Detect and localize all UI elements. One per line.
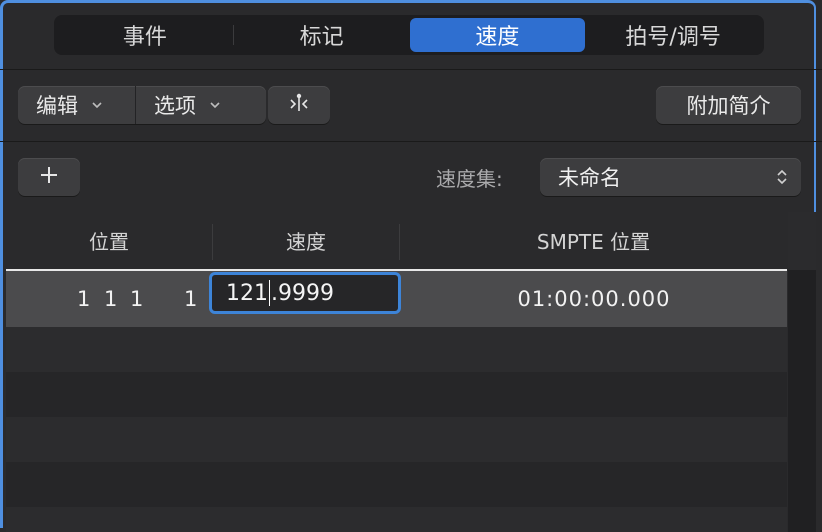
divider xyxy=(0,69,822,70)
tempo-set-label: 速度集: xyxy=(436,167,503,191)
plus-icon xyxy=(38,164,60,191)
menu-group: 编辑 选项 xyxy=(18,86,266,124)
empty-row xyxy=(6,327,787,372)
position-beat: 1 xyxy=(104,287,118,311)
position-cell[interactable]: 1 1 1 1 xyxy=(6,271,206,327)
tempo-value-before: 121 xyxy=(226,280,268,306)
updown-chevron-icon xyxy=(775,167,789,192)
table-header: 位置 速度 SMPTE 位置 xyxy=(6,212,787,269)
empty-row xyxy=(6,507,787,532)
add-info-label: 附加简介 xyxy=(686,94,771,118)
empty-row xyxy=(6,372,787,417)
vertical-scrollbar[interactable] xyxy=(788,212,816,532)
tempo-set-popup[interactable]: 未命名 xyxy=(540,158,801,196)
tab-markers[interactable]: 标记 xyxy=(234,18,410,52)
column-header-tempo[interactable]: 速度 xyxy=(213,212,399,269)
chevron-down-icon xyxy=(90,98,104,112)
table-row[interactable]: 1 1 1 1 121.9999 01:00:00.000 xyxy=(6,271,787,327)
tab-label: 标记 xyxy=(299,25,344,50)
column-header-position[interactable]: 位置 xyxy=(6,212,212,269)
column-header-label: 速度 xyxy=(286,230,326,254)
add-tempo-button[interactable] xyxy=(18,158,80,196)
smpte-cell[interactable]: 01:00:00.000 xyxy=(401,271,787,327)
smpte-value: 01:00:00.000 xyxy=(517,287,671,311)
tab-label: 拍号/调号 xyxy=(625,25,721,50)
divider xyxy=(0,141,822,142)
tab-events[interactable]: 事件 xyxy=(57,18,233,52)
edit-menu[interactable]: 编辑 xyxy=(18,86,135,124)
column-header-smpte[interactable]: SMPTE 位置 xyxy=(400,212,787,269)
tab-label: 速度 xyxy=(475,25,520,50)
edit-menu-label: 编辑 xyxy=(36,94,78,118)
tempo-list: 位置 速度 SMPTE 位置 1 1 1 1 121.9999 01:00:00… xyxy=(6,212,787,532)
add-info-button[interactable]: 附加简介 xyxy=(656,86,801,124)
tab-signature[interactable]: 拍号/调号 xyxy=(585,18,761,52)
tempo-edit-field[interactable]: 121.9999 xyxy=(209,272,401,314)
options-menu[interactable]: 选项 xyxy=(136,86,266,124)
catch-playhead-icon xyxy=(285,91,313,120)
chevron-down-icon xyxy=(208,98,222,112)
options-menu-label: 选项 xyxy=(154,94,196,118)
tab-label: 事件 xyxy=(122,25,167,50)
tab-bar: 事件 标记 速度 拍号/调号 xyxy=(54,15,764,55)
tempo-set-value: 未命名 xyxy=(558,166,621,190)
column-header-label: SMPTE 位置 xyxy=(536,230,651,254)
position-bar: 1 xyxy=(77,287,91,311)
empty-row xyxy=(6,417,787,462)
tempo-value-after: .9999 xyxy=(271,280,334,306)
column-header-label: 位置 xyxy=(89,230,129,254)
text-caret xyxy=(269,280,270,306)
empty-row xyxy=(6,462,787,507)
tab-tempo[interactable]: 速度 xyxy=(409,18,586,52)
scrollbar-thumb[interactable] xyxy=(788,212,816,270)
catch-playhead-button[interactable] xyxy=(268,86,330,124)
position-tick: 1 xyxy=(184,287,198,311)
position-division: 1 xyxy=(130,287,144,311)
